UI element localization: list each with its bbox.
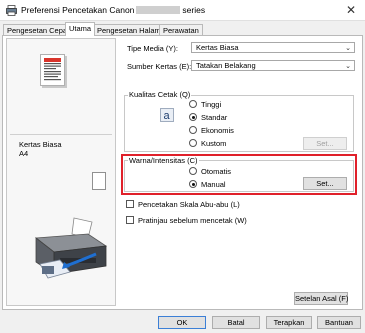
redacted-model-name [136,6,181,14]
radio-label-quality-economy: Ekonomis [201,126,234,135]
restore-defaults-button[interactable]: Setelan Asal (F) [294,292,348,305]
page-preview-thumbnail [40,54,65,86]
radio-quality-custom[interactable] [189,139,197,147]
paper-source-label: Sumber Kertas (E): [127,62,192,71]
cancel-button[interactable]: Batal [212,316,260,329]
print-quality-title: Kualitas Cetak (Q) [128,90,192,99]
media-type-select[interactable]: Kertas Biasa ⌄ [191,42,355,53]
tab-main[interactable]: Utama [65,22,96,36]
tab-quick-setup[interactable]: Pengesetan Cepat [3,24,74,35]
radio-label-quality-high: Tinggi [201,100,222,109]
media-type-label: Tipe Media (Y): [127,44,178,53]
preview-divider [10,134,112,135]
grayscale-checkbox-label: Pencetakan Skala Abu-abu (L) [138,200,240,209]
svg-text:a: a [164,110,171,122]
highlight-frame [121,154,357,195]
tab-maintenance[interactable]: Perawatan [159,24,203,35]
radio-quality-high[interactable] [189,100,197,108]
ok-button[interactable]: OK [158,316,206,329]
window-title-suffix: series [182,5,206,15]
window-title-prefix: Preferensi Pencetakan Canon [21,5,135,15]
grayscale-checkbox[interactable] [126,200,134,208]
radio-label-quality-custom: Kustom [201,139,227,148]
printer-illustration-icon [34,217,108,279]
chevron-down-icon: ⌄ [345,45,351,52]
printer-icon [6,5,17,16]
preview-before-print-checkbox[interactable] [126,216,134,224]
close-icon[interactable]: ✕ [346,3,356,17]
radio-quality-standard[interactable] [189,113,197,121]
radio-label-quality-standard: Standar [201,113,228,122]
letter-a-quality-icon: a [160,108,174,122]
paper-source-value: Tatakan Belakang [196,61,256,70]
preview-media-name: Kertas Biasa [19,140,62,149]
radio-quality-economy[interactable] [189,126,197,134]
paper-source-select[interactable]: Tatakan Belakang ⌄ [191,60,355,71]
preview-paper-size: A4 [19,149,29,158]
window-title: Preferensi Pencetakan Canon series [21,5,205,15]
preview-before-print-label: Pratinjau sebelum mencetak (W) [138,216,247,225]
quality-set-button[interactable]: Set... [303,137,347,150]
preview-media-info: Kertas Biasa A4 [19,140,62,158]
apply-button[interactable]: Terapkan [266,316,312,329]
chevron-down-icon: ⌄ [345,63,351,70]
blank-page-icon [92,172,106,190]
document-preview-icon [44,58,61,81]
help-button[interactable]: Bantuan [317,316,361,329]
media-type-value: Kertas Biasa [196,43,239,52]
